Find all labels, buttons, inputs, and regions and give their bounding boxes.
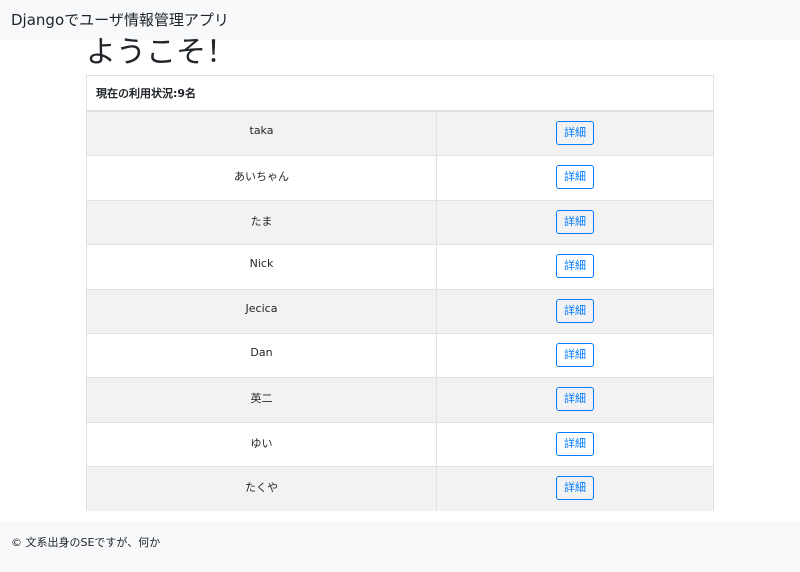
page-title: ようこそ！: [86, 35, 236, 70]
user-name: 英二: [87, 377, 437, 423]
detail-button[interactable]: 詳細: [556, 165, 594, 190]
user-name: taka: [87, 110, 437, 156]
user-name: Jecica: [87, 288, 437, 334]
footer-copyright: © 文系出身のSEですが、何か: [11, 536, 161, 549]
user-name: ゆい: [87, 421, 437, 467]
navbar-brand-link[interactable]: Djangoでユーザ情報管理アプリ: [11, 9, 229, 31]
user-name: たくや: [87, 466, 437, 512]
table-row: 英二 詳細: [87, 377, 713, 423]
user-name: Dan: [87, 332, 437, 378]
footer: © 文系出身のSEですが、何か: [0, 521, 800, 572]
table-row: たくや 詳細: [87, 466, 713, 512]
detail-button[interactable]: 詳細: [556, 298, 594, 323]
user-status-panel: 現在の利用状況:9名 taka 詳細 あいちゃん 詳細 たま 詳細 Nick 詳…: [86, 75, 714, 512]
detail-button[interactable]: 詳細: [556, 476, 594, 501]
user-count-header: 現在の利用状況:9名: [87, 76, 713, 111]
detail-button[interactable]: 詳細: [556, 121, 594, 145]
user-table: taka 詳細 あいちゃん 詳細 たま 詳細 Nick 詳細 Jecica 詳細…: [87, 110, 713, 512]
table-row: たま 詳細: [87, 199, 713, 245]
user-name: たま: [87, 199, 437, 245]
table-row: taka 詳細: [87, 110, 713, 156]
user-name: あいちゃん: [87, 155, 437, 201]
table-row: Dan 詳細: [87, 332, 713, 378]
detail-button[interactable]: 詳細: [556, 387, 594, 412]
user-name: Nick: [87, 244, 437, 290]
detail-button[interactable]: 詳細: [556, 342, 594, 367]
table-row: Nick 詳細: [87, 244, 713, 290]
table-row: ゆい 詳細: [87, 421, 713, 467]
table-row: あいちゃん 詳細: [87, 155, 713, 201]
detail-button[interactable]: 詳細: [556, 254, 594, 279]
table-row: Jecica 詳細: [87, 288, 713, 334]
detail-button[interactable]: 詳細: [556, 431, 594, 456]
detail-button[interactable]: 詳細: [556, 209, 594, 234]
